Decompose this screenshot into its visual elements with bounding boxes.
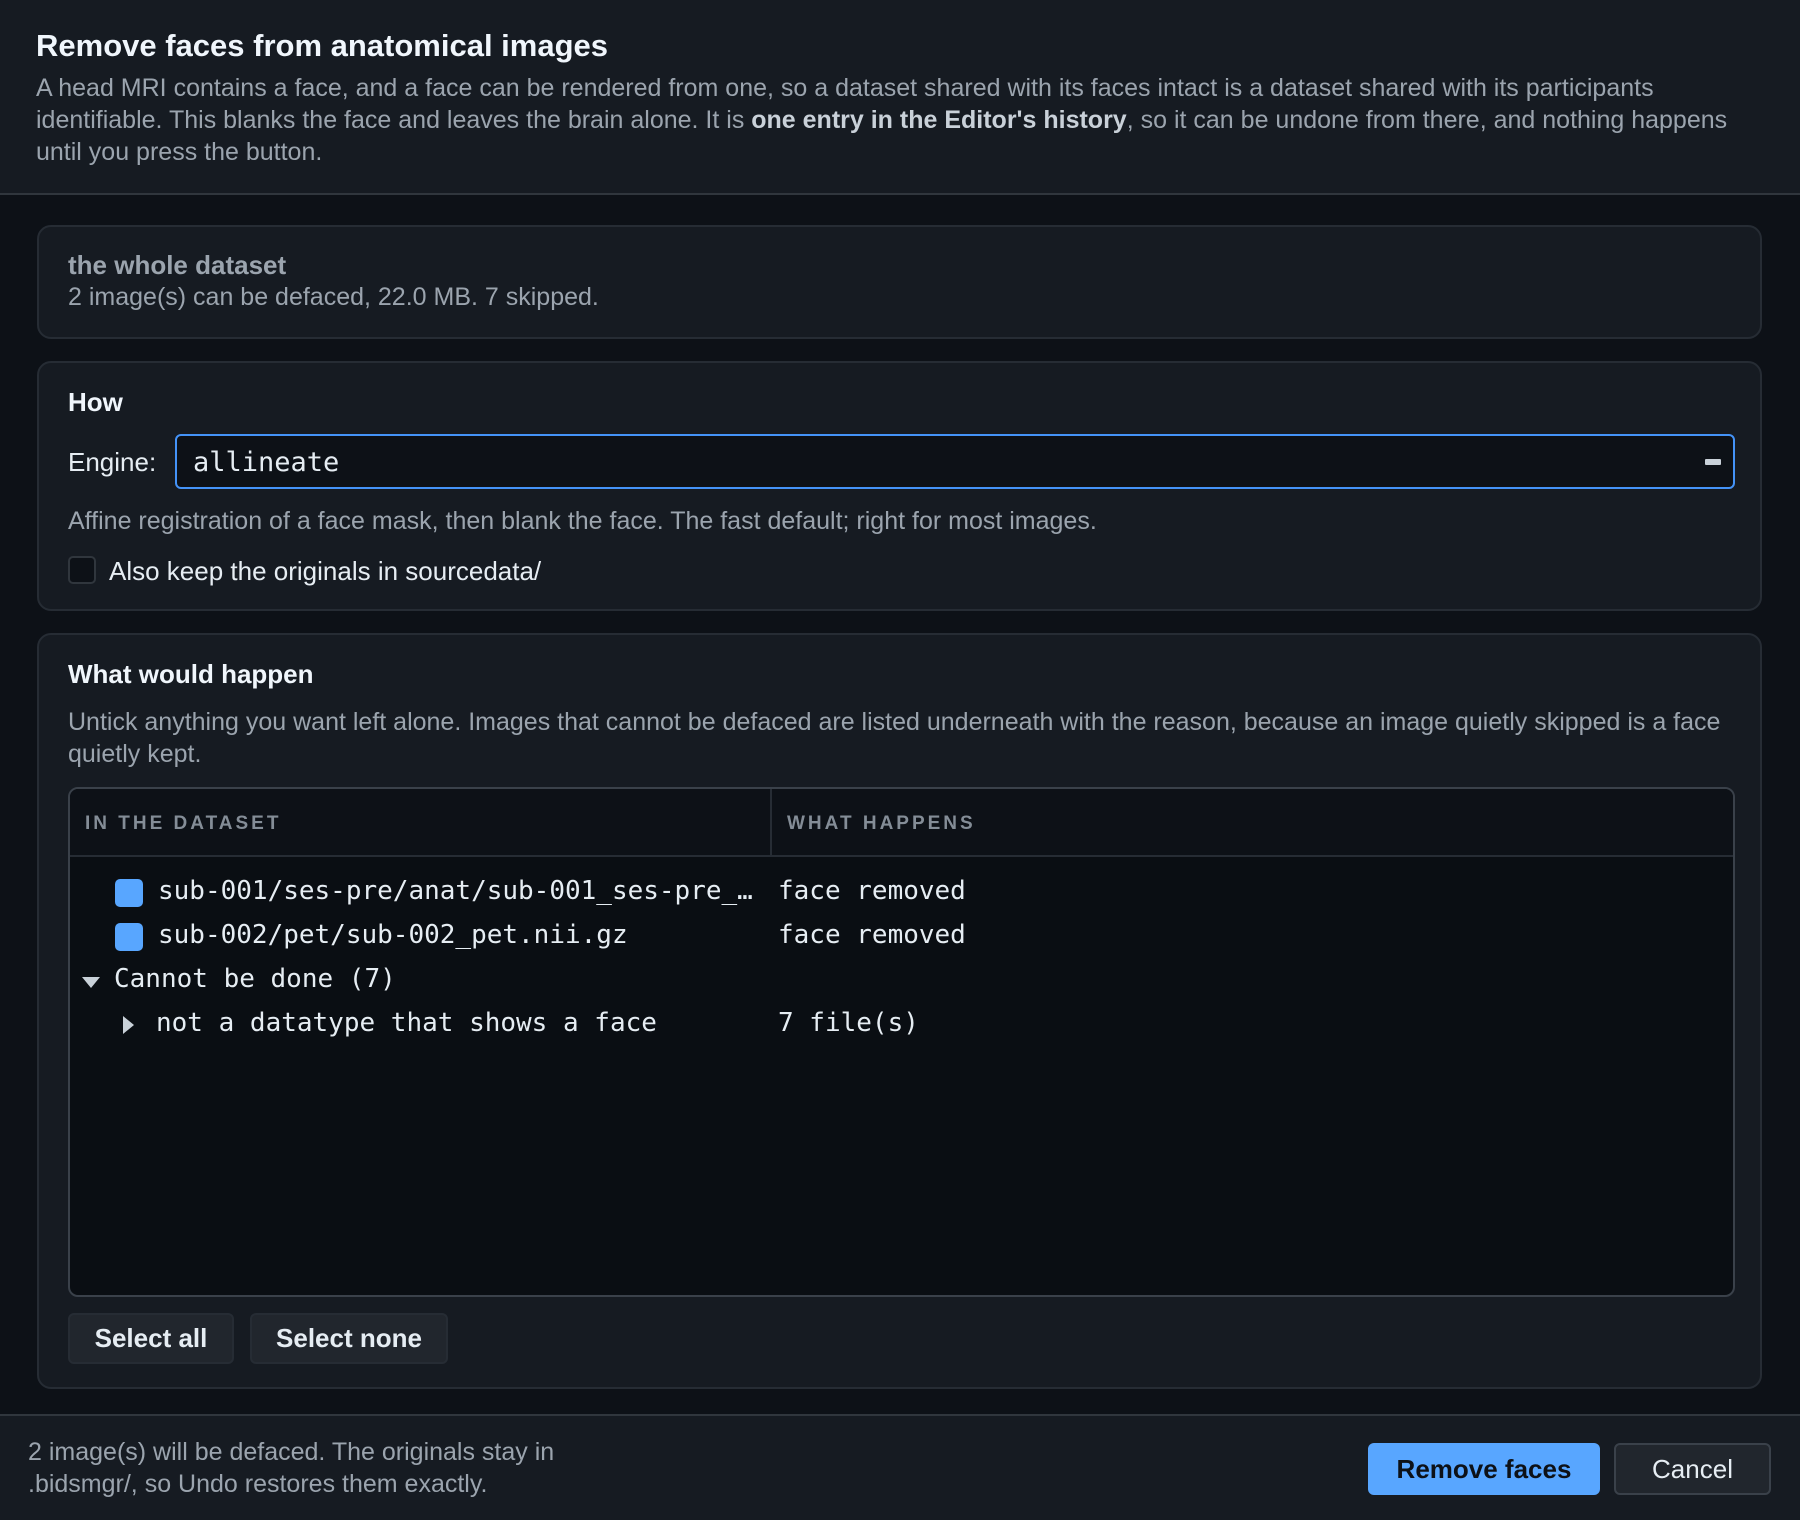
description-emphasis: one entry in the Editor's history xyxy=(751,106,1127,134)
scope-summary: 2 image(s) can be defaced, 22.0 MB. 7 sk… xyxy=(68,283,599,311)
row-outcome: face removed xyxy=(778,876,966,906)
row-checkbox[interactable] xyxy=(115,879,143,907)
column-header-dataset[interactable]: IN THE DATASET xyxy=(85,813,281,835)
deface-dialog: Remove faces from anatomical images A he… xyxy=(0,0,1800,1520)
remove-faces-button[interactable]: Remove faces xyxy=(1368,1443,1600,1495)
how-card: How Engine: allineate Affine registratio… xyxy=(37,361,1762,611)
preview-title: What would happen xyxy=(68,659,314,689)
cancel-button[interactable]: Cancel xyxy=(1614,1443,1771,1495)
row-outcome: face removed xyxy=(778,920,966,950)
engine-select[interactable]: allineate xyxy=(175,434,1735,489)
dialog-description: A head MRI contains a face, and a face c… xyxy=(36,72,1756,168)
engine-label: Engine: xyxy=(68,447,157,477)
keep-originals-checkbox[interactable] xyxy=(68,556,96,584)
dialog-title: Remove faces from anatomical images xyxy=(36,28,609,63)
skipped-reason-row[interactable]: not a datatype that shows a face 7 file(… xyxy=(70,1003,1733,1043)
table-row[interactable]: sub-002/pet/sub-002_pet.nii.gz face remo… xyxy=(70,915,1733,955)
engine-help-text: Affine registration of a face mask, then… xyxy=(68,507,1097,535)
footer-status: 2 image(s) will be defaced. The original… xyxy=(28,1438,555,1498)
expand-down-icon[interactable] xyxy=(82,977,100,988)
engine-select-value: allineate xyxy=(193,447,340,478)
how-title: How xyxy=(68,387,123,417)
skipped-reason-label: not a datatype that shows a face xyxy=(156,1008,657,1038)
table-row[interactable]: sub-001/ses-pre/anat/sub-001_ses-pre_… f… xyxy=(70,871,1733,911)
scope-card: the whole dataset 2 image(s) can be defa… xyxy=(37,225,1762,339)
column-divider[interactable] xyxy=(770,789,772,857)
skipped-group-label: Cannot be done (7) xyxy=(114,964,396,994)
skipped-group-row[interactable]: Cannot be done (7) xyxy=(70,959,1733,999)
row-checkbox[interactable] xyxy=(115,923,143,951)
skipped-reason-count: 7 file(s) xyxy=(778,1008,919,1038)
scope-title: the whole dataset xyxy=(68,250,287,280)
row-path: sub-001/ses-pre/anat/sub-001_ses-pre_… xyxy=(158,876,753,906)
column-header-what-happens[interactable]: WHAT HAPPENS xyxy=(787,813,976,835)
preview-card: What would happen Untick anything you wa… xyxy=(37,633,1762,1389)
select-none-button[interactable]: Select none xyxy=(250,1313,448,1364)
dialog-header: Remove faces from anatomical images A he… xyxy=(0,0,1800,195)
row-path: sub-002/pet/sub-002_pet.nii.gz xyxy=(158,920,628,950)
preview-tree-table[interactable]: IN THE DATASET WHAT HAPPENS sub-001/ses-… xyxy=(68,787,1735,1297)
dialog-footer: 2 image(s) will be defaced. The original… xyxy=(0,1414,1800,1520)
expand-right-icon[interactable] xyxy=(123,1016,134,1034)
select-all-button[interactable]: Select all xyxy=(68,1313,234,1364)
preview-explanation: Untick anything you want left alone. Ima… xyxy=(68,708,1721,768)
table-header: IN THE DATASET WHAT HAPPENS xyxy=(70,789,1733,857)
select-indicator-icon xyxy=(1705,459,1721,465)
keep-originals-label[interactable]: Also keep the originals in sourcedata/ xyxy=(109,556,541,587)
